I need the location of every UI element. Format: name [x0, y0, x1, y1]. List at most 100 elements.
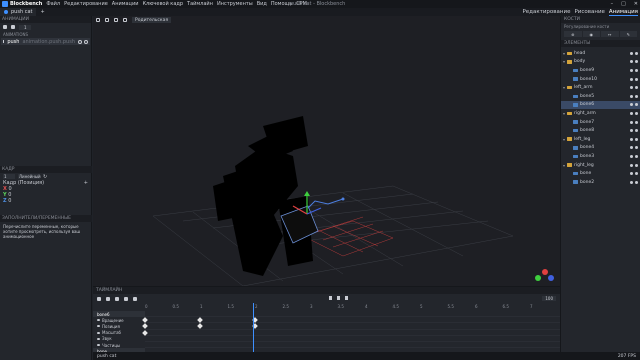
add-datapoint-icon[interactable]: + — [84, 180, 88, 186]
outliner-item[interactable]: ▾ right_arm — [561, 109, 640, 118]
animation-search-field[interactable]: 1 — [19, 24, 31, 30]
move-tool-icon[interactable] — [96, 18, 100, 22]
lock-icon[interactable] — [630, 129, 633, 133]
visibility-icon[interactable] — [635, 68, 638, 72]
lock-icon[interactable] — [630, 137, 633, 141]
visibility-icon[interactable] — [635, 111, 638, 115]
play-icon[interactable] — [337, 296, 340, 300]
lock-icon[interactable] — [630, 103, 633, 107]
menu-item[interactable]: Редактирование — [64, 1, 108, 7]
new-tab-button[interactable]: + — [40, 9, 44, 15]
menu-item[interactable]: Файл — [46, 1, 60, 7]
snapping-icon[interactable] — [97, 297, 101, 301]
graph-editor-icon[interactable] — [115, 297, 119, 301]
visibility-icon[interactable] — [635, 60, 638, 64]
rotate-tool-icon[interactable] — [105, 18, 109, 22]
outliner-item[interactable]: bone9 — [561, 66, 640, 75]
mode-tab[interactable]: Редактирование — [522, 9, 570, 15]
load-animation-icon[interactable] — [11, 25, 15, 29]
eye-icon[interactable] — [97, 331, 100, 334]
viewport[interactable] — [93, 16, 560, 287]
transform-space-select[interactable]: Родительская — [132, 17, 172, 23]
view-gizmo[interactable] — [535, 269, 554, 281]
bone-tool-button[interactable]: ◉ — [582, 31, 600, 37]
outliner-item[interactable]: bone3 — [561, 152, 640, 161]
visibility-icon[interactable] — [635, 120, 638, 124]
lock-icon[interactable] — [630, 68, 633, 72]
menu-item[interactable]: Ключевой кадр — [142, 1, 183, 7]
close-icon[interactable]: ✕ — [634, 1, 638, 7]
lock-icon[interactable] — [630, 180, 633, 184]
animation-item[interactable]: push animation.push.push — [1, 38, 90, 45]
visibility-icon[interactable] — [635, 86, 638, 90]
eye-icon[interactable] — [97, 344, 100, 347]
loop-toggle-icon[interactable] — [78, 39, 82, 44]
outliner-item[interactable]: bone — [561, 169, 640, 178]
mode-tab[interactable]: Рисование — [574, 9, 604, 15]
scale-tool-icon[interactable] — [114, 18, 118, 22]
mode-tab[interactable]: Анимация — [608, 9, 638, 16]
visibility-icon[interactable] — [635, 154, 638, 158]
outliner-item[interactable]: ▾ left_arm — [561, 83, 640, 92]
lock-icon[interactable] — [630, 51, 633, 55]
visibility-icon[interactable] — [635, 77, 638, 81]
variables-text[interactable]: Перечислите переменные, которые хотите п… — [0, 222, 92, 241]
outliner-item[interactable]: ▾ body — [561, 58, 640, 67]
keyframe-time-field[interactable]: 1 — [3, 174, 15, 179]
minimize-icon[interactable]: – — [611, 1, 614, 7]
timeline-ruler[interactable]: 0 0.5 1 1.5 2 2.5 3 3.5 4 4.5 5 5.5 6 6.5 7 — [145, 304, 560, 310]
outliner-item[interactable]: bone10 — [561, 75, 640, 84]
bone-tool-button[interactable]: ✎ — [619, 31, 637, 37]
lock-icon[interactable] — [630, 154, 633, 158]
fps-field[interactable]: 100 — [542, 296, 556, 301]
maximize-icon[interactable]: □ — [621, 1, 626, 7]
bone-tool-button[interactable]: ↔ — [601, 31, 619, 37]
menu-item[interactable]: Помощь — [271, 1, 292, 7]
visibility-icon[interactable] — [635, 163, 638, 167]
refresh-icon[interactable]: ↻ — [43, 174, 47, 180]
lock-icon[interactable] — [630, 120, 633, 124]
outliner-item[interactable]: bone5 — [561, 92, 640, 101]
visibility-icon[interactable] — [635, 51, 638, 55]
visibility-icon[interactable] — [635, 94, 638, 98]
outliner-item[interactable]: bone2 — [561, 178, 640, 187]
outliner-item[interactable]: bone4 — [561, 144, 640, 153]
z-field[interactable]: Z 0 — [3, 198, 92, 204]
tab-push-cat[interactable]: push cat — [0, 8, 37, 16]
menu-item[interactable]: Таймлайн — [187, 1, 213, 7]
lock-icon[interactable] — [630, 94, 633, 98]
bake-icon[interactable] — [124, 297, 128, 301]
skip-back-icon[interactable] — [329, 296, 332, 300]
add-animation-icon[interactable] — [3, 25, 7, 29]
lock-icon[interactable] — [630, 146, 633, 150]
visibility-icon[interactable] — [635, 103, 638, 107]
menu-item[interactable]: Инструменты — [217, 1, 253, 7]
lock-icon[interactable] — [630, 60, 633, 64]
eye-icon[interactable] — [97, 319, 100, 322]
visibility-icon[interactable] — [635, 172, 638, 176]
lock-icon[interactable] — [630, 172, 633, 176]
lock-icon[interactable] — [630, 77, 633, 81]
bone-tool-button[interactable]: ⊕ — [564, 31, 582, 37]
visibility-icon[interactable] — [635, 129, 638, 133]
visibility-icon[interactable] — [635, 180, 638, 184]
save-toggle-icon[interactable] — [84, 39, 88, 44]
visibility-icon[interactable] — [635, 146, 638, 150]
menu-item[interactable]: Анимации — [112, 1, 139, 7]
interpolation-select[interactable]: Линейный — [18, 174, 41, 179]
eye-icon[interactable] — [97, 337, 100, 340]
outliner-item[interactable]: bone6 — [561, 100, 640, 110]
menu-item[interactable]: Вид — [257, 1, 267, 7]
lock-icon[interactable] — [630, 163, 633, 167]
flag-icon[interactable] — [133, 297, 137, 301]
filter-icon[interactable] — [106, 297, 110, 301]
skip-forward-icon[interactable] — [345, 296, 348, 300]
visibility-icon[interactable] — [635, 137, 638, 141]
outliner-item[interactable]: bone8 — [561, 126, 640, 135]
outliner-item[interactable]: ▾ head — [561, 49, 640, 58]
eye-icon[interactable] — [97, 325, 100, 328]
lock-icon[interactable] — [630, 111, 633, 115]
outliner-item[interactable]: ▾ right_leg — [561, 161, 640, 170]
lock-icon[interactable] — [630, 86, 633, 90]
pivot-tool-icon[interactable] — [123, 18, 127, 22]
